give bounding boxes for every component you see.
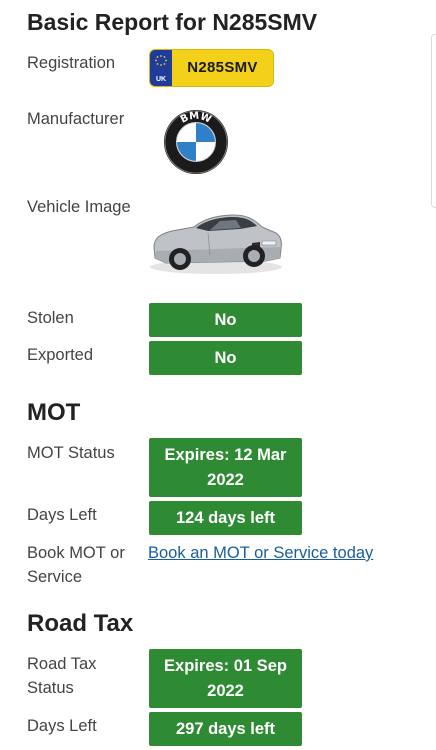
scroll-edge xyxy=(431,34,436,208)
bmw-logo-icon: BMW xyxy=(164,110,228,174)
vehicle-report-page: Basic Report for N285SMV Registration UK… xyxy=(0,0,436,750)
exported-label: Exported xyxy=(27,346,94,364)
road-tax-days-left-badge: 297 days left xyxy=(149,712,302,746)
eu-stars-icon xyxy=(155,55,167,66)
exported-status-badge: No xyxy=(149,341,302,375)
mot-status-badge: Expires: 12 Mar 2022 xyxy=(149,438,302,497)
mot-heading: MOT xyxy=(27,399,81,426)
road-tax-status-badge: Expires: 01 Sep 2022 xyxy=(149,649,302,708)
plate-country-code: UK xyxy=(155,76,167,83)
stolen-status-badge: No xyxy=(149,303,302,337)
manufacturer-label: Manufacturer xyxy=(27,110,125,128)
book-mot-label: Book MOT or Service xyxy=(27,544,125,586)
mot-days-left-badge: 124 days left xyxy=(149,501,302,535)
registration-label: Registration xyxy=(27,54,116,72)
road-tax-status-label: Road Tax Status xyxy=(27,655,97,697)
road-tax-days-left-label: Days Left xyxy=(27,717,97,735)
book-mot-link[interactable]: Book an MOT or Service today xyxy=(148,541,378,565)
plate-number: N285SMV xyxy=(187,59,258,76)
vehicle-image-label: Vehicle Image xyxy=(27,198,131,216)
mot-days-left-label: Days Left xyxy=(27,506,97,524)
mot-status-label: MOT Status xyxy=(27,444,115,462)
vehicle-image xyxy=(150,214,282,274)
report-title: Basic Report for N285SMV xyxy=(27,9,318,35)
stolen-label: Stolen xyxy=(27,309,74,327)
number-plate: UK N285SMV xyxy=(149,49,274,87)
road-tax-heading: Road Tax xyxy=(27,610,134,637)
